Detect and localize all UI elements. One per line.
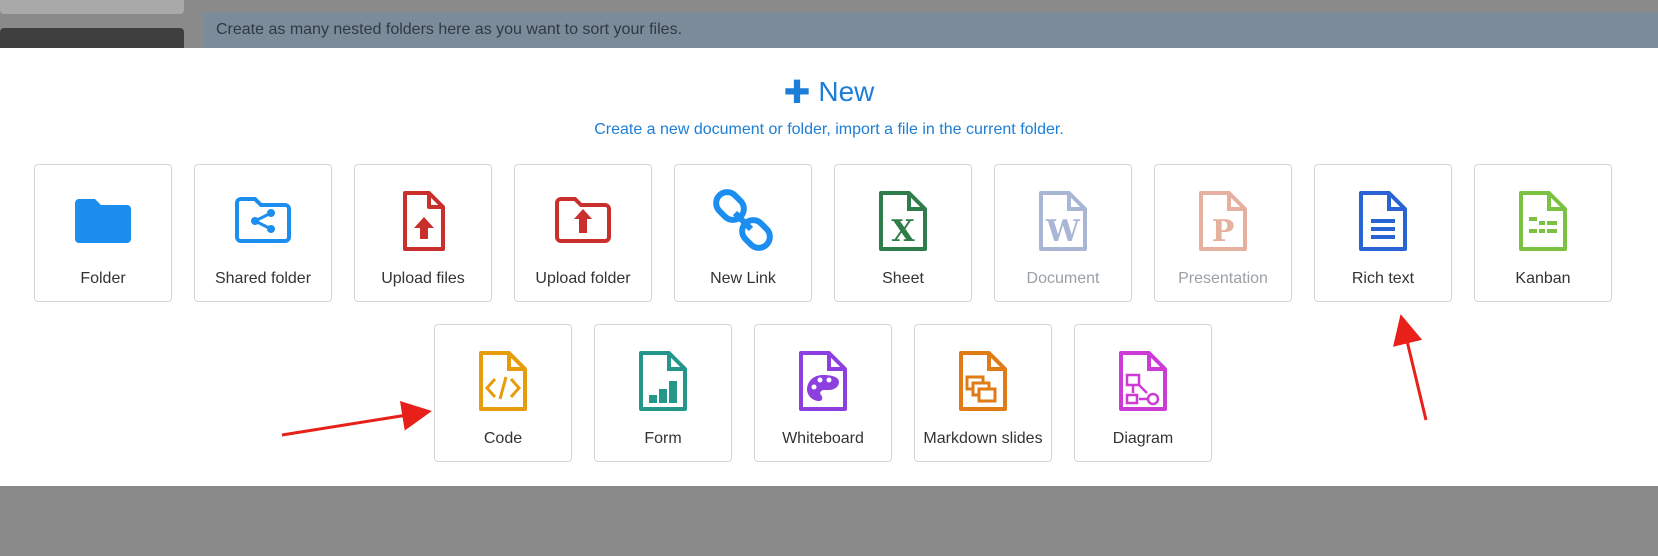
form-icon [639, 351, 687, 411]
create-code-button[interactable]: Code [434, 324, 572, 462]
diagram-icon [1119, 351, 1167, 411]
kanban-icon [1519, 191, 1567, 251]
create-options-grid: Folder Shared folder Upload files Upload… [0, 48, 1658, 486]
new-item-modal: ✚ New Create a new document or folder, i… [0, 48, 1658, 486]
create-whiteboard-button[interactable]: Whiteboard [754, 324, 892, 462]
create-markdown-slides-button[interactable]: Markdown slides [914, 324, 1052, 462]
tile-label: Whiteboard [782, 430, 864, 447]
upload-folder-button[interactable]: Upload folder [514, 164, 652, 302]
tile-label: Upload files [381, 270, 465, 287]
upload-files-button[interactable]: Upload files [354, 164, 492, 302]
background-info-text: Create as many nested folders here as yo… [216, 21, 683, 38]
background-sidebar [0, 0, 184, 14]
tile-label: New Link [710, 270, 776, 287]
presentation-icon: P [1199, 191, 1247, 251]
whiteboard-icon [799, 351, 847, 411]
upload-folder-icon [555, 197, 611, 243]
create-presentation-button[interactable]: P Presentation [1154, 164, 1292, 302]
link-icon [713, 189, 773, 251]
tile-label: Document [1026, 270, 1100, 287]
svg-text:X: X [891, 214, 915, 249]
create-diagram-button[interactable]: Diagram [1074, 324, 1212, 462]
background-overlay-bottom [0, 486, 1658, 556]
code-icon [479, 351, 527, 411]
create-shared-folder-button[interactable]: Shared folder [194, 164, 332, 302]
document-icon: W [1039, 191, 1087, 251]
tile-label: Presentation [1178, 270, 1268, 287]
upload-file-icon [403, 191, 445, 251]
shared-folder-icon [235, 197, 291, 243]
svg-text:W: W [1045, 214, 1081, 249]
tile-label: Kanban [1515, 270, 1571, 287]
background-sidebar-button [0, 28, 184, 50]
tile-label: Form [644, 430, 682, 447]
rich-text-icon [1359, 191, 1407, 251]
create-folder-button[interactable]: Folder [34, 164, 172, 302]
tile-label: Rich text [1351, 270, 1415, 287]
create-document-button[interactable]: W Document [994, 164, 1132, 302]
sheet-icon: X [879, 191, 927, 251]
svg-text:P: P [1212, 214, 1235, 249]
tile-label: Shared folder [214, 270, 312, 287]
tile-label: Diagram [1112, 430, 1174, 447]
create-form-button[interactable]: Form [594, 324, 732, 462]
tile-label: Markdown slides [923, 430, 1043, 447]
new-link-button[interactable]: New Link [674, 164, 812, 302]
tile-label: Code [483, 430, 523, 447]
folder-icon [75, 199, 131, 243]
create-kanban-button[interactable]: Kanban [1474, 164, 1612, 302]
tile-label: Sheet [882, 270, 924, 287]
create-sheet-button[interactable]: X Sheet [834, 164, 972, 302]
create-rich-text-button[interactable]: Rich text [1314, 164, 1452, 302]
tile-label: Folder [80, 270, 126, 287]
tile-label: Upload folder [535, 270, 631, 287]
background-info-banner: Create as many nested folders here as yo… [204, 12, 1658, 52]
markdown-slides-icon [959, 351, 1007, 411]
